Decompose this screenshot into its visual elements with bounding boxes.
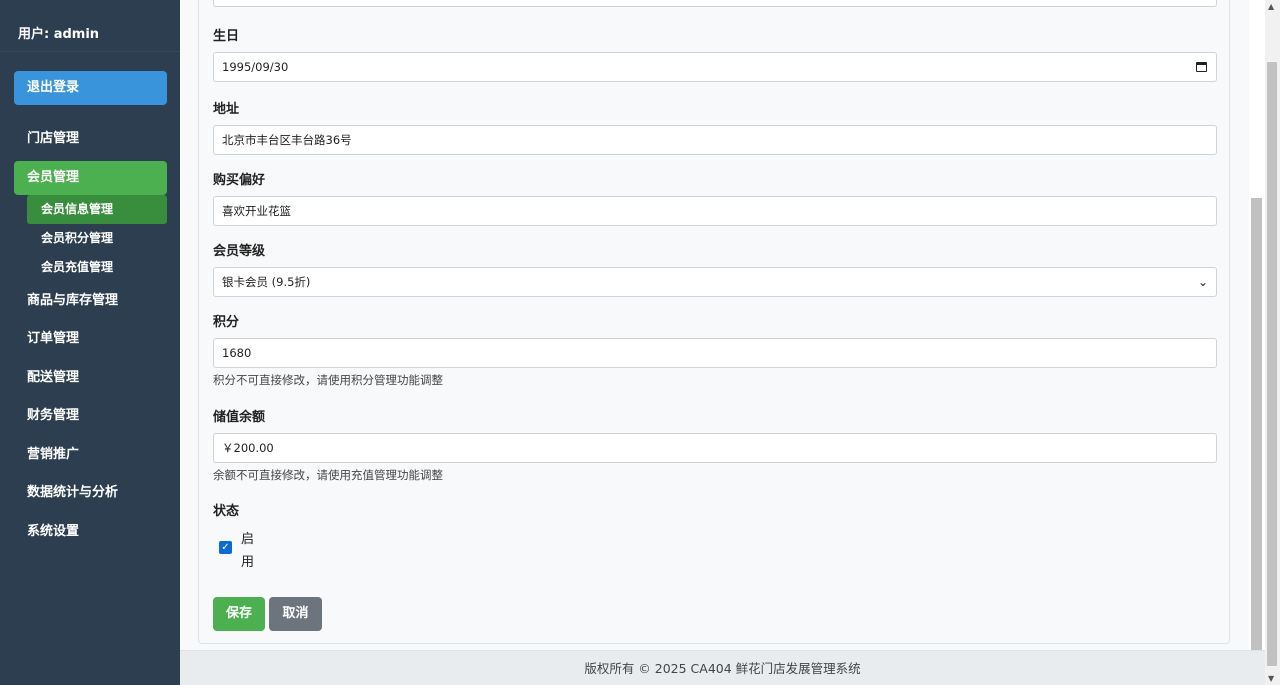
purchase-preference-label: 购买偏好 bbox=[213, 173, 266, 188]
points-hint: 积分不可直接修改，请使用积分管理功能调整 bbox=[213, 373, 443, 387]
sidebar-item-analytics[interactable]: 数据统计与分析 bbox=[14, 474, 167, 513]
balance-label: 储值余额 bbox=[213, 410, 266, 425]
points-input[interactable]: 1680 bbox=[213, 338, 1217, 368]
sidebar-item-system-settings[interactable]: 系统设置 bbox=[14, 513, 167, 552]
main-content: 生日 1995/09/30 地址 北京市丰台区丰台路36号 购买偏好 喜欢开业花… bbox=[180, 0, 1248, 650]
page-scrollbar[interactable]: ▲ ▼ bbox=[1265, 0, 1280, 685]
current-user: 用户: admin bbox=[0, 0, 180, 52]
calendar-icon[interactable] bbox=[1196, 62, 1207, 72]
sidebar-item-store-management[interactable]: 门店管理 bbox=[14, 120, 167, 159]
member-submenu: 会员信息管理 会员积分管理 会员充值管理 bbox=[27, 194, 167, 282]
points-label: 积分 bbox=[213, 315, 240, 330]
content-scroll-thumb[interactable] bbox=[1251, 198, 1262, 650]
purchase-preference-input[interactable]: 喜欢开业花篮 bbox=[213, 196, 1217, 226]
scroll-down-icon[interactable]: ▼ bbox=[1268, 674, 1274, 683]
scroll-up-icon[interactable]: ▲ bbox=[1268, 2, 1274, 11]
member-level-group: 会员等级 银卡会员 (9.5折) ⌄ bbox=[213, 243, 1217, 297]
member-level-select[interactable]: 银卡会员 (9.5折) ⌄ bbox=[213, 267, 1217, 297]
sidebar-item-delivery[interactable]: 配送管理 bbox=[14, 359, 167, 398]
address-group: 地址 北京市丰台区丰台路36号 bbox=[213, 101, 1217, 155]
sidebar: 用户: admin 退出登录 门店管理 会员管理 会员信息管理 会员积分管理 会… bbox=[0, 0, 180, 685]
birthday-value: 1995/09/30 bbox=[222, 60, 289, 74]
sidebar-item-orders[interactable]: 订单管理 bbox=[14, 320, 167, 359]
birthday-group: 生日 1995/09/30 bbox=[213, 28, 1217, 82]
address-input[interactable]: 北京市丰台区丰台路36号 bbox=[213, 125, 1217, 155]
member-edit-form: 生日 1995/09/30 地址 北京市丰台区丰台路36号 购买偏好 喜欢开业花… bbox=[198, 0, 1230, 644]
points-group: 积分 1680 积分不可直接修改，请使用积分管理功能调整 bbox=[213, 314, 1217, 387]
sidebar-item-finance[interactable]: 财务管理 bbox=[14, 397, 167, 436]
address-label: 地址 bbox=[213, 102, 240, 117]
preference-group: 购买偏好 喜欢开业花篮 bbox=[213, 172, 1217, 226]
cancel-button[interactable]: 取消 bbox=[269, 597, 322, 631]
status-enabled-label: 启用 bbox=[241, 532, 255, 570]
balance-group: 储值余额 ￥200.00 余额不可直接修改，请使用充值管理功能调整 bbox=[213, 409, 1217, 482]
status-enabled-checkbox[interactable]: ✓ bbox=[219, 541, 232, 554]
balance-hint: 余额不可直接修改，请使用充值管理功能调整 bbox=[213, 468, 443, 482]
sidebar-item-member-management[interactable]: 会员管理 bbox=[14, 160, 167, 195]
member-level-label: 会员等级 bbox=[213, 244, 266, 259]
logout-button[interactable]: 退出登录 bbox=[14, 71, 167, 105]
birthday-label: 生日 bbox=[213, 29, 240, 44]
member-level-value: 银卡会员 (9.5折) bbox=[222, 275, 311, 289]
status-group: 状态 bbox=[213, 503, 1217, 521]
save-button[interactable]: 保存 bbox=[213, 597, 265, 631]
sidebar-subitem-member-info[interactable]: 会员信息管理 bbox=[27, 194, 167, 224]
previous-field-input[interactable] bbox=[213, 0, 1217, 7]
content-scrollbar[interactable] bbox=[1249, 0, 1265, 651]
footer: 版权所有 © 2025 CA404 鲜花门店发展管理系统 bbox=[180, 650, 1265, 685]
member-submenu-container: 会员信息管理 会员积分管理 会员充值管理 bbox=[14, 194, 167, 282]
sidebar-subitem-member-points[interactable]: 会员积分管理 bbox=[27, 224, 167, 253]
status-label: 状态 bbox=[213, 504, 240, 519]
sidebar-item-marketing[interactable]: 营销推广 bbox=[14, 436, 167, 475]
balance-input[interactable]: ￥200.00 bbox=[213, 433, 1217, 463]
birthday-date-input[interactable]: 1995/09/30 bbox=[213, 52, 1217, 82]
page-scroll-thumb[interactable] bbox=[1267, 62, 1277, 666]
sidebar-menu: 门店管理 会员管理 会员信息管理 会员积分管理 会员充值管理 商品与库存管理 订… bbox=[14, 120, 167, 551]
top-field bbox=[213, 0, 1217, 7]
sidebar-item-product-inventory[interactable]: 商品与库存管理 bbox=[14, 282, 167, 321]
chevron-down-icon: ⌄ bbox=[1197, 275, 1208, 289]
sidebar-subitem-member-recharge[interactable]: 会员充值管理 bbox=[27, 253, 167, 282]
